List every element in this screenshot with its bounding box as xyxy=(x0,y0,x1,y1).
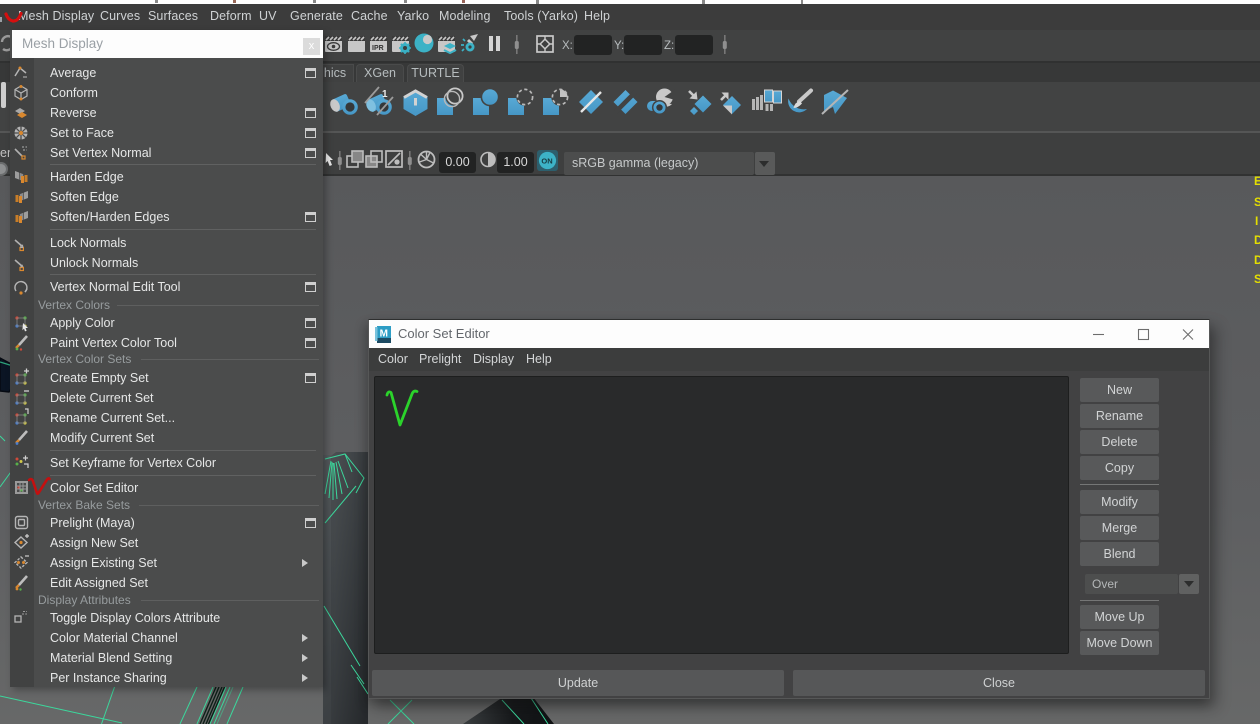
svg-text:ON: ON xyxy=(541,156,552,165)
svg-text:Z:: Z: xyxy=(664,40,674,52)
svg-text:M: M xyxy=(380,329,388,340)
svg-text:IPR: IPR xyxy=(372,45,384,52)
svg-text:1: 1 xyxy=(382,89,388,100)
svg-text:Y:: Y: xyxy=(614,40,624,52)
svg-text:X:: X: xyxy=(562,40,573,52)
